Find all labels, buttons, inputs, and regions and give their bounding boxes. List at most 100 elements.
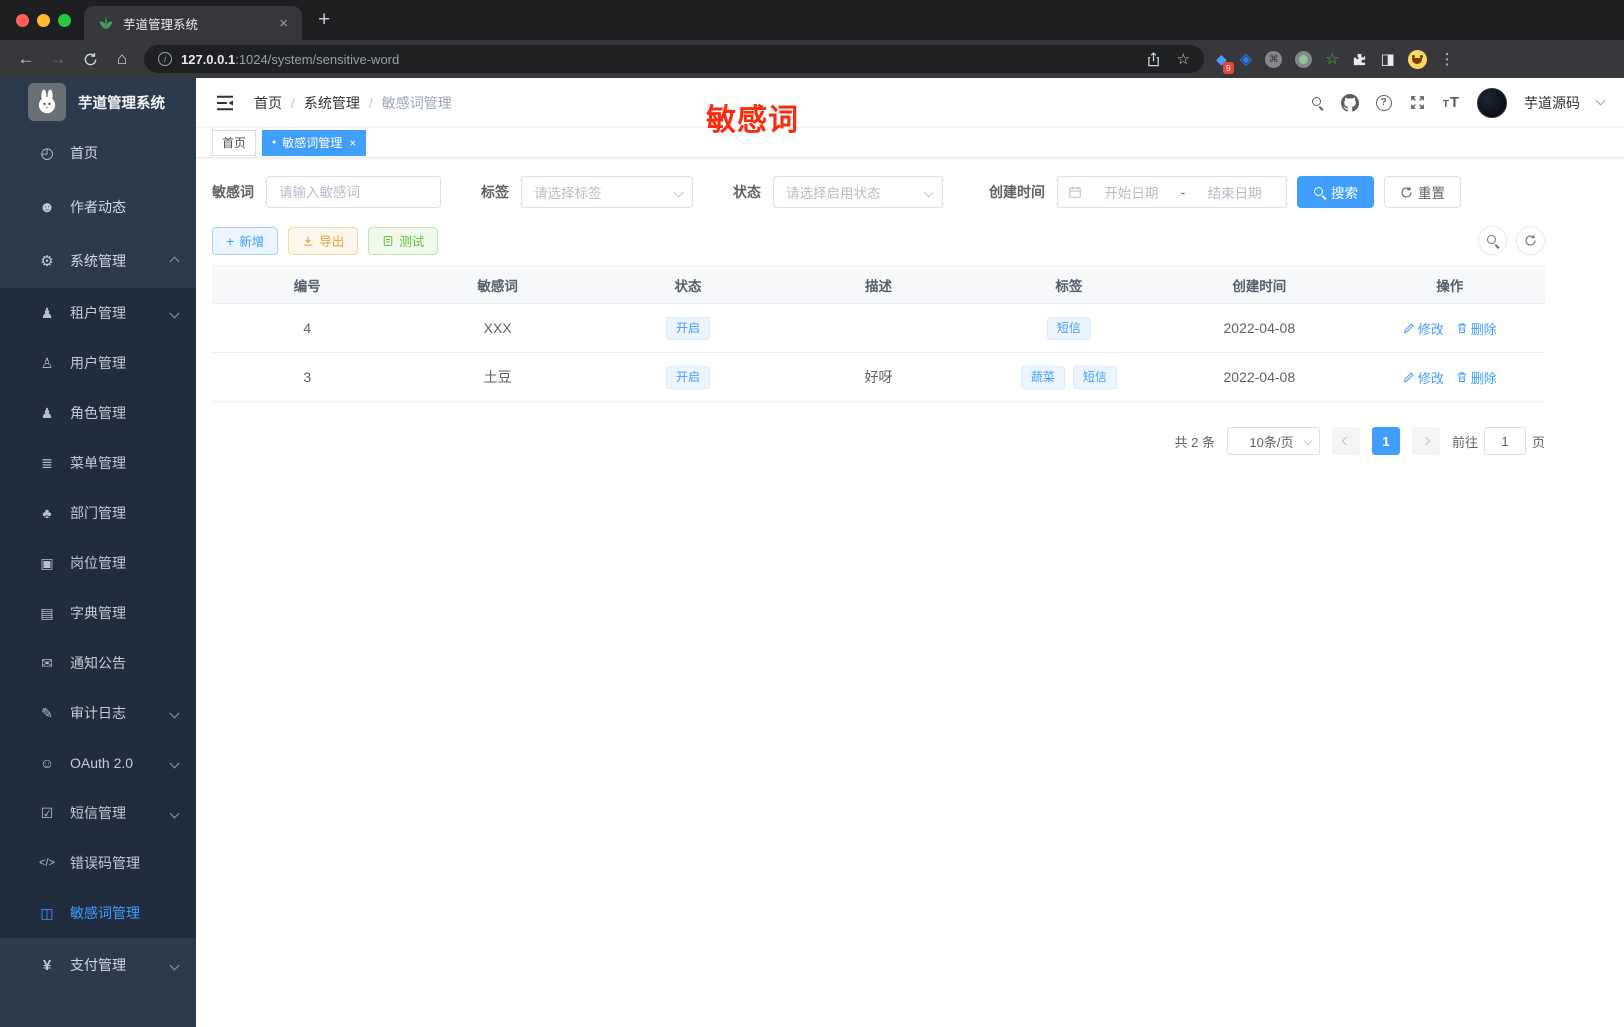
address-bar[interactable]: i 127.0.0.1:1024/system/sensitive-word ☆ (144, 45, 1204, 73)
github-icon[interactable] (1340, 93, 1359, 112)
sidebar-item-department[interactable]: ♣ 部门管理 (0, 488, 196, 538)
browser-menu-icon[interactable]: ⋮ (1440, 50, 1455, 68)
browser-toolbar: ← → ⌂ i 127.0.0.1:1024/system/sensitive-… (0, 40, 1624, 78)
current-page[interactable]: 1 (1371, 427, 1400, 455)
sidebar-item-sms[interactable]: ☑ 短信管理 (0, 788, 196, 838)
dashboard-icon: ◴ (40, 145, 54, 162)
system-submenu: ♟ 租户管理 ♙ 用户管理 ♟ 角色管理 ≣ 菜单管理 ♣ 部门管理 ▣ 岗位管… (0, 288, 196, 938)
sidebar-item-system[interactable]: ⚙ 系统管理 (0, 234, 196, 288)
breadcrumb-home[interactable]: 首页 (254, 93, 282, 113)
table-row: 3 土豆 开启 好呀 蔬菜 短信 2022-04-08 修改 删除 (212, 352, 1545, 402)
start-date-placeholder[interactable]: 开始日期 (1090, 182, 1173, 202)
bookmark-star-icon[interactable]: ☆ (1177, 50, 1190, 68)
trash-icon (1457, 323, 1466, 333)
minimize-window-button[interactable] (37, 14, 50, 27)
sidebar-item-error-code[interactable]: </> 错误码管理 (0, 838, 196, 888)
refresh-icon (1401, 186, 1412, 198)
search-button[interactable]: 搜索 (1297, 176, 1374, 208)
help-icon[interactable]: ? (1375, 94, 1392, 111)
cell-word: 土豆 (402, 352, 593, 402)
extension-record-icon[interactable] (1295, 50, 1313, 68)
edit-link[interactable]: 修改 (1403, 319, 1444, 338)
status-filter-select[interactable]: 请选择启用状态 (773, 176, 943, 208)
user-menu-chevron-icon[interactable] (1595, 95, 1606, 106)
sidebar-item-user[interactable]: ♙ 用户管理 (0, 338, 196, 388)
forward-icon[interactable]: → (42, 49, 74, 69)
edit-link[interactable]: 修改 (1403, 368, 1444, 387)
refresh-table-button[interactable] (1516, 226, 1545, 255)
delete-link[interactable]: 删除 (1456, 319, 1497, 338)
badge-icon: ▣ (40, 554, 54, 571)
sidebar-item-sensitive-word[interactable]: ◫ 敏感词管理 (0, 888, 196, 938)
profile-avatar-icon[interactable] (1407, 49, 1427, 69)
reset-button[interactable]: 重置 (1384, 176, 1461, 208)
menu-list-icon: ≣ (41, 454, 53, 471)
extensions-puzzle-icon[interactable] (1352, 52, 1367, 67)
new-tab-button[interactable]: + (318, 8, 330, 32)
word-filter-input[interactable] (279, 184, 428, 200)
sidebar-item-author-news[interactable]: ☻ 作者动态 (0, 180, 196, 234)
delete-link[interactable]: 删除 (1456, 368, 1497, 387)
home-icon[interactable]: ⌂ (106, 49, 138, 69)
tab-title: 芋道管理系统 (123, 17, 199, 32)
tab-sensitive-word[interactable]: ● 敏感词管理 × (262, 129, 367, 156)
navbar-actions: ? TT 芋道源码 (1311, 87, 1606, 118)
breadcrumb-system[interactable]: 系统管理 (304, 93, 360, 113)
shield-check-icon: ☑ (40, 804, 54, 821)
export-button[interactable]: 导出 (288, 226, 359, 255)
search-icon[interactable] (1311, 96, 1324, 109)
browser-tab[interactable]: 芋道管理系统 × (84, 6, 302, 40)
window-controls[interactable] (16, 14, 71, 27)
share-icon[interactable] (1146, 51, 1161, 67)
sidebar-item-home[interactable]: ◴ 首页 (0, 126, 196, 180)
tag-badge: 蔬菜 (1020, 365, 1065, 389)
sidebar-item-payment[interactable]: ¥ 支付管理 (0, 938, 196, 992)
date-range-picker[interactable]: 开始日期 - 结束日期 (1057, 176, 1287, 208)
show-search-button[interactable] (1478, 226, 1507, 255)
font-size-icon[interactable]: TT (1443, 94, 1460, 111)
sidebar-item-menu[interactable]: ≣ 菜单管理 (0, 438, 196, 488)
site-info-icon[interactable]: i (158, 52, 172, 66)
extension-diamond-icon[interactable]: ◆ 9 (1216, 51, 1234, 74)
extension-gem-icon[interactable]: ◈ (1240, 49, 1252, 69)
col-actions: 操作 (1354, 265, 1545, 304)
tab-close-icon[interactable]: × (275, 15, 292, 32)
trash-icon (1457, 372, 1466, 382)
date-separator: - (1180, 184, 1186, 200)
reload-icon[interactable] (74, 52, 106, 67)
back-icon[interactable]: ← (10, 49, 42, 69)
collapse-sidebar-icon[interactable] (216, 95, 234, 111)
sidebar-item-notice[interactable]: ✉ 通知公告 (0, 638, 196, 688)
page-size-select[interactable]: 10条/页 (1226, 427, 1320, 455)
side-panel-icon[interactable]: ◨ (1380, 50, 1394, 68)
tag-filter-select[interactable]: 请选择标签 (521, 176, 693, 208)
sidebar-item-role[interactable]: ♟ 角色管理 (0, 388, 196, 438)
chevron-down-icon (169, 708, 180, 718)
code-icon: </> (39, 857, 55, 869)
goto-page-input[interactable] (1483, 427, 1526, 455)
test-button[interactable]: 测试 (368, 226, 439, 255)
tag-filter-label: 标签 (481, 184, 509, 200)
extension-command-icon[interactable]: ⌘ (1265, 50, 1283, 68)
fullscreen-icon[interactable] (1409, 94, 1426, 111)
tab-close-icon[interactable]: × (349, 136, 356, 150)
sidebar-item-audit-log[interactable]: ✎ 审计日志 (0, 688, 196, 738)
prev-page-button[interactable] (1331, 427, 1360, 455)
sidebar-item-tenant[interactable]: ♟ 租户管理 (0, 288, 196, 338)
chevron-down-icon (169, 960, 180, 970)
end-date-placeholder[interactable]: 结束日期 (1193, 182, 1276, 202)
sidebar-item-dict[interactable]: ▤ 字典管理 (0, 588, 196, 638)
close-window-button[interactable] (16, 14, 29, 27)
next-page-button[interactable] (1411, 427, 1440, 455)
plus-icon: + (226, 232, 235, 249)
add-button[interactable]: + 新增 (212, 226, 279, 255)
tab-home[interactable]: 首页 (212, 129, 257, 156)
extension-star-icon[interactable]: ☆ (1325, 49, 1339, 69)
pencil-icon (1403, 372, 1414, 383)
user-avatar[interactable] (1477, 87, 1507, 118)
sidebar-item-post[interactable]: ▣ 岗位管理 (0, 538, 196, 588)
zoom-window-button[interactable] (58, 14, 71, 27)
chevron-down-icon (923, 187, 934, 197)
cell-created: 2022-04-08 (1164, 352, 1355, 402)
sidebar-item-oauth[interactable]: ☺ OAuth 2.0 (0, 738, 196, 788)
